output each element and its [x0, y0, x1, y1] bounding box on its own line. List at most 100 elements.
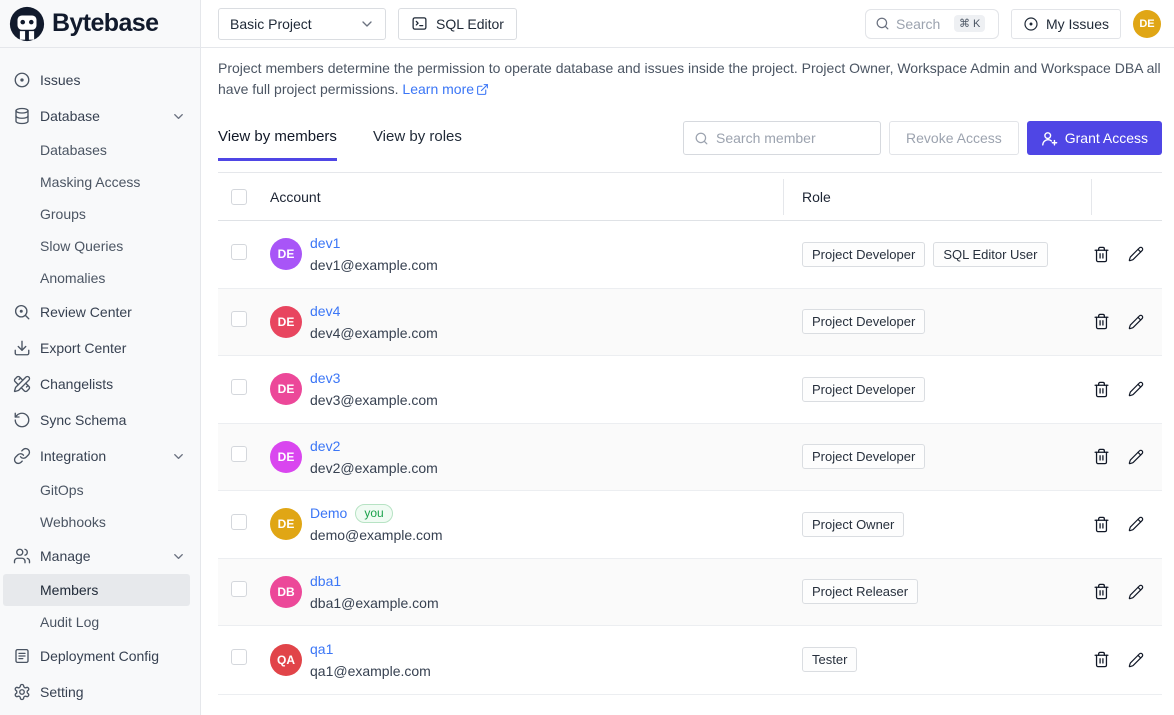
sidebar-item-members[interactable]: Members	[3, 574, 190, 606]
role-badge: Project Developer	[802, 444, 925, 469]
table-row: DE dev3 dev3@example.com Project Develop…	[218, 356, 1162, 424]
member-name-link[interactable]: qa1	[310, 638, 333, 660]
edit-member-button[interactable]	[1128, 652, 1144, 668]
sidebar-item-anomalies[interactable]: Anomalies	[0, 262, 200, 294]
role-badge: Project Developer	[802, 242, 925, 267]
search-icon	[875, 16, 890, 31]
avatar: DB	[270, 576, 302, 608]
delete-member-button[interactable]	[1093, 246, 1110, 263]
role-badge: Project Developer	[802, 309, 925, 334]
member-name-link[interactable]: dev2	[310, 435, 340, 457]
my-issues-button[interactable]: My Issues	[1011, 9, 1121, 39]
role-badge: Project Developer	[802, 377, 925, 402]
table-row: DE Demoyou demo@example.com Project Owne…	[218, 491, 1162, 559]
edit-member-button[interactable]	[1128, 381, 1144, 397]
edit-member-button[interactable]	[1128, 246, 1144, 262]
delete-member-button[interactable]	[1093, 651, 1110, 668]
revoke-access-button[interactable]: Revoke Access	[889, 121, 1019, 155]
avatar: DE	[270, 306, 302, 338]
member-name-link[interactable]: dev3	[310, 367, 340, 389]
edit-member-button[interactable]	[1128, 584, 1144, 600]
edit-member-button[interactable]	[1128, 449, 1144, 465]
member-email: dev1@example.com	[310, 254, 438, 276]
chevron-down-icon	[171, 449, 186, 464]
row-checkbox[interactable]	[231, 514, 247, 530]
tabs-and-controls: View by members View by roles Revoke Acc…	[218, 115, 1162, 161]
you-badge: you	[355, 504, 392, 523]
brand-wordmark: Bytebase	[52, 9, 158, 38]
avatar: DE	[270, 238, 302, 270]
table-row: QA qa1 qa1@example.com Tester	[218, 626, 1162, 694]
sidebar-item-databases[interactable]: Databases	[0, 134, 200, 166]
tab-view-by-roles[interactable]: View by roles	[373, 115, 462, 161]
member-search-input[interactable]	[716, 130, 870, 146]
sidebar-item-database[interactable]: Database	[0, 98, 200, 134]
sidebar-item-webhooks[interactable]: Webhooks	[0, 506, 200, 538]
row-checkbox[interactable]	[231, 244, 247, 260]
table-header: Account Role	[218, 173, 1162, 221]
tab-view-by-members[interactable]: View by members	[218, 115, 337, 161]
sql-editor-button[interactable]: SQL Editor	[398, 8, 517, 40]
brand-area[interactable]: Bytebase	[0, 0, 201, 47]
member-email: dev2@example.com	[310, 457, 438, 479]
project-select[interactable]: Basic Project	[218, 8, 386, 40]
row-checkbox[interactable]	[231, 649, 247, 665]
row-checkbox[interactable]	[231, 379, 247, 395]
sidebar-item-setting[interactable]: Setting	[0, 674, 200, 710]
sidebar-item-groups[interactable]: Groups	[0, 198, 200, 230]
member-name-link[interactable]: dev1	[310, 232, 340, 254]
user-avatar[interactable]: DE	[1133, 10, 1161, 38]
sidebar-item-gitops[interactable]: GitOps	[0, 474, 200, 506]
member-name-link[interactable]: Demo	[310, 502, 347, 524]
my-issues-label: My Issues	[1046, 16, 1109, 32]
bytebase-logo-icon	[8, 5, 46, 43]
chevron-down-icon	[359, 16, 375, 32]
page-description: Project members determine the permission…	[218, 58, 1162, 100]
member-email: qa1@example.com	[310, 660, 431, 682]
sidebar-item-manage[interactable]: Manage	[0, 538, 200, 574]
grant-access-button[interactable]: Grant Access	[1027, 121, 1162, 155]
delete-member-button[interactable]	[1093, 313, 1110, 330]
row-checkbox[interactable]	[231, 446, 247, 462]
sidebar-item-issues[interactable]: Issues	[0, 62, 200, 98]
row-checkbox[interactable]	[231, 311, 247, 327]
sidebar-item-export-center[interactable]: Export Center	[0, 330, 200, 366]
pencil-ruler-icon	[13, 375, 31, 393]
sidebar-item-changelists[interactable]: Changelists	[0, 366, 200, 402]
delete-member-button[interactable]	[1093, 516, 1110, 533]
sidebar-item-deployment-config[interactable]: Deployment Config	[0, 638, 200, 674]
member-name-link[interactable]: dba1	[310, 570, 341, 592]
sidebar-item-sync-schema[interactable]: Sync Schema	[0, 402, 200, 438]
delete-member-button[interactable]	[1093, 448, 1110, 465]
select-all-checkbox[interactable]	[231, 189, 247, 205]
circle-dot-icon	[1023, 16, 1039, 32]
users-icon	[13, 547, 31, 565]
table-row: DB dba1 dba1@example.com Project Release…	[218, 559, 1162, 627]
column-header-role: Role	[783, 173, 1091, 220]
table-row: DE dev2 dev2@example.com Project Develop…	[218, 424, 1162, 492]
project-select-value: Basic Project	[230, 16, 312, 32]
learn-more-link[interactable]: Learn more	[402, 81, 489, 97]
avatar: DE	[270, 508, 302, 540]
sidebar-item-audit-log[interactable]: Audit Log	[0, 606, 200, 638]
edit-member-button[interactable]	[1128, 516, 1144, 532]
top-bar: Bytebase Basic Project SQL Editor	[0, 0, 1174, 48]
delete-member-button[interactable]	[1093, 381, 1110, 398]
sidebar-item-slow-queries[interactable]: Slow Queries	[0, 230, 200, 262]
sidebar-item-review-center[interactable]: Review Center	[0, 294, 200, 330]
sidebar-item-masking-access[interactable]: Masking Access	[0, 166, 200, 198]
global-search[interactable]: ⌘ K	[865, 9, 999, 39]
member-search-box[interactable]	[683, 121, 881, 155]
search-input[interactable]	[896, 16, 948, 32]
gear-icon	[13, 683, 31, 701]
delete-member-button[interactable]	[1093, 583, 1110, 600]
sql-editor-label: SQL Editor	[436, 16, 504, 32]
role-badge: Project Owner	[802, 512, 904, 537]
download-icon	[13, 339, 31, 357]
file-list-icon	[13, 647, 31, 665]
sidebar-item-integration[interactable]: Integration	[0, 438, 200, 474]
row-checkbox[interactable]	[231, 581, 247, 597]
edit-member-button[interactable]	[1128, 314, 1144, 330]
member-name-link[interactable]: dev4	[310, 300, 340, 322]
chevron-down-icon	[171, 109, 186, 124]
